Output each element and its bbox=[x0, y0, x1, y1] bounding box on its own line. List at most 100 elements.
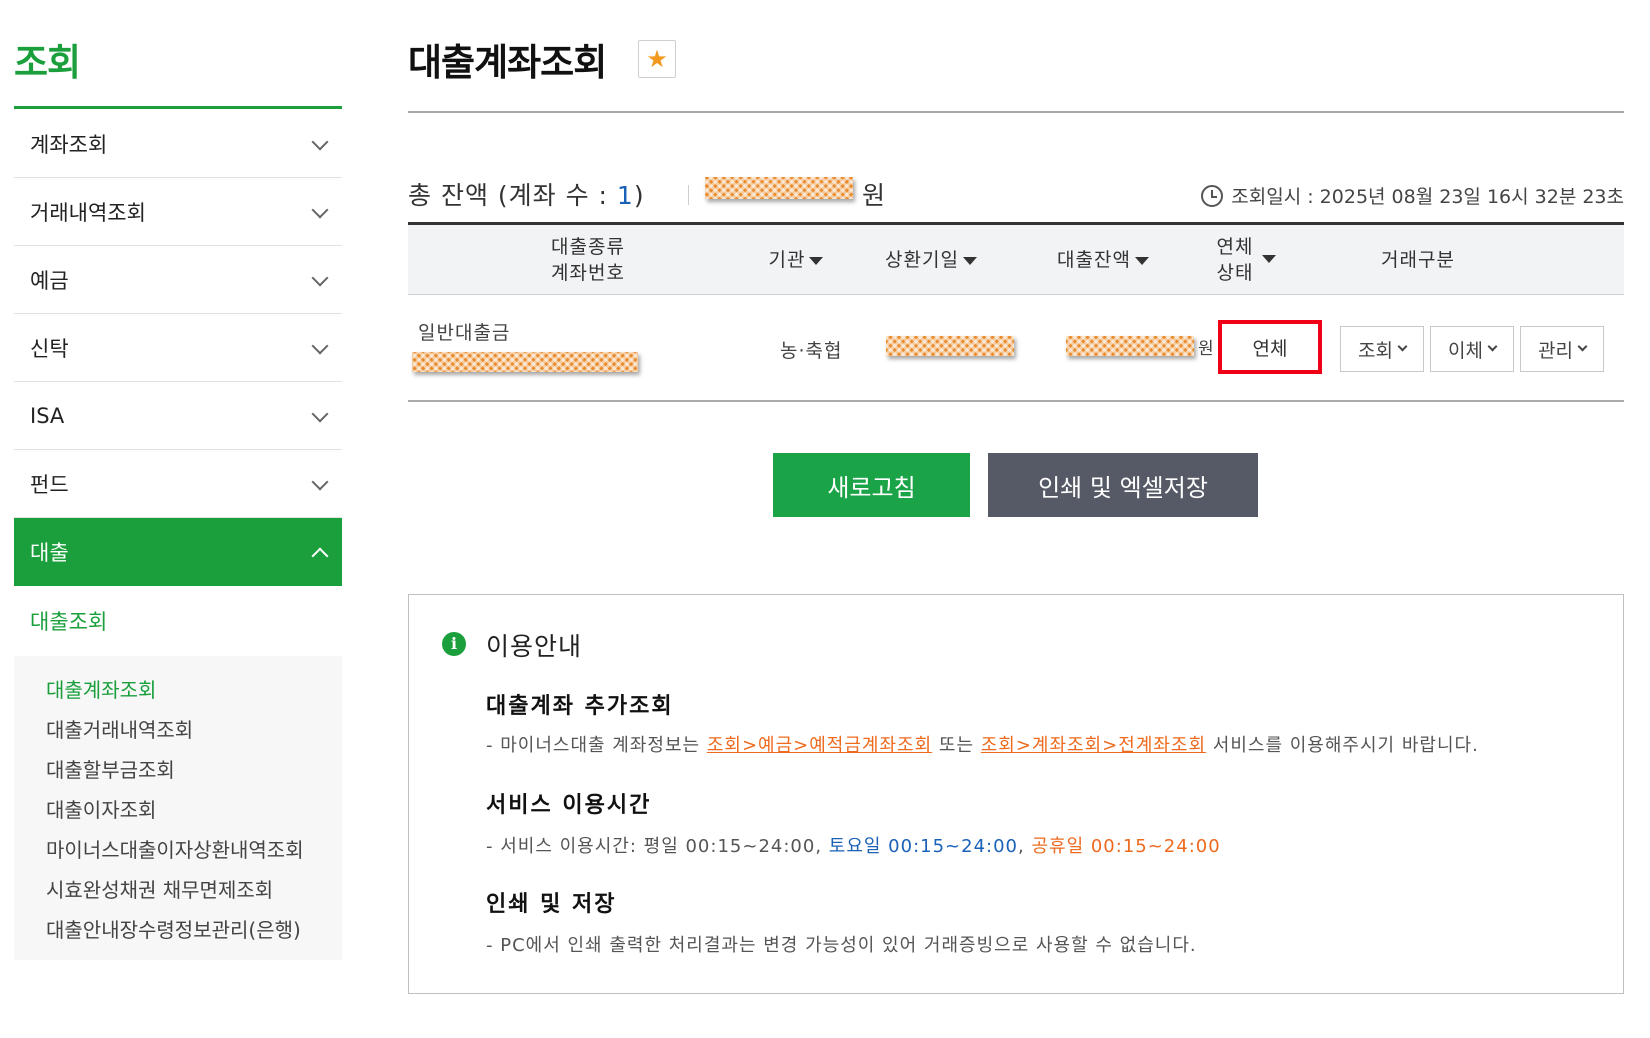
th-loan-type: 대출종류 계좌번호 bbox=[518, 234, 658, 286]
title-divider bbox=[408, 111, 1624, 113]
usage-guide-title: 이용안내 bbox=[486, 632, 583, 661]
link-deposit-account-inquiry[interactable]: 조회>예금>예적금계좌조회 bbox=[707, 735, 932, 756]
info-icon: i bbox=[442, 632, 466, 656]
link-all-account-inquiry[interactable]: 조회>계좌조회>전계좌조회 bbox=[981, 735, 1206, 756]
overdue-status: 연체 bbox=[1252, 337, 1288, 360]
transfer-dropdown-label: 이체 bbox=[1448, 339, 1483, 362]
sidebar-item-label: 거래내역조회 bbox=[30, 200, 146, 225]
sidebar-item-label: ISA bbox=[30, 403, 65, 428]
text-weekday-hours: - 서비스 이용시간: 평일 00:15~24:00, bbox=[486, 836, 829, 857]
chevron-down-icon bbox=[1487, 341, 1498, 352]
sort-down-icon bbox=[809, 256, 824, 265]
total-balance-unit: 원 bbox=[862, 181, 886, 210]
th-account-number-label: 계좌번호 bbox=[551, 262, 625, 284]
total-balance-summary: 총 잔액 (계좌 수 : 1) bbox=[408, 176, 645, 212]
sidebar-sub-item-minus-loan-repayment[interactable]: 마이너스대출이자상환내역조회 bbox=[46, 830, 346, 870]
inquiry-dropdown-label: 조회 bbox=[1358, 339, 1393, 362]
sidebar-sub-list: 대출계좌조회 대출거래내역조회 대출할부금조회 대출이자조회 마이너스대출이자상… bbox=[14, 656, 342, 960]
th-balance-label: 대출잔액 bbox=[1057, 249, 1131, 271]
th-balance-sort[interactable]: 대출잔액 bbox=[1048, 247, 1158, 273]
section-additional-inquiry-text: - 마이너스대출 계좌정보는 조회>예금>예적금계좌조회 또는 조회>계좌조회>… bbox=[486, 731, 1479, 757]
clock-icon bbox=[1201, 184, 1224, 207]
inquiry-dropdown[interactable]: 조회 bbox=[1340, 326, 1424, 372]
text-prefix: - 마이너스대출 계좌정보는 bbox=[486, 735, 707, 756]
sidebar-subhead-loan-inquiry[interactable]: 대출조회 bbox=[14, 586, 342, 656]
manage-dropdown-label: 관리 bbox=[1538, 339, 1573, 362]
sidebar-item-isa[interactable]: ISA bbox=[14, 382, 342, 450]
loan-type-cell: 일반대출금 bbox=[418, 322, 511, 344]
sidebar-title-divider bbox=[14, 106, 342, 109]
chevron-down-icon bbox=[311, 473, 329, 490]
text-suffix: 서비스를 이용해주시기 바랍니다. bbox=[1206, 735, 1479, 756]
query-time: 조회일시 : 2025년 08월 23일 16시 32분 23초 bbox=[1201, 182, 1624, 209]
transfer-dropdown[interactable]: 이체 bbox=[1430, 326, 1514, 372]
section-additional-inquiry-title: 대출계좌 추가조회 bbox=[486, 694, 674, 719]
refresh-button[interactable]: 새로고침 bbox=[773, 453, 970, 517]
sort-down-icon bbox=[962, 256, 977, 265]
chevron-down-icon bbox=[311, 133, 329, 150]
sidebar-sub-item-debt-exemption[interactable]: 시효완성채권 채무면제조회 bbox=[46, 870, 346, 910]
balance-unit: 원 bbox=[1198, 339, 1215, 359]
th-institution-label: 기관 bbox=[768, 249, 806, 271]
institution-cell: 농·축협 bbox=[780, 340, 843, 362]
sidebar-item-deposit[interactable]: 예금 bbox=[14, 246, 342, 314]
sidebar-item-fund[interactable]: 펀드 bbox=[14, 450, 342, 518]
star-icon: ★ bbox=[646, 45, 668, 73]
redacted-repay-date bbox=[886, 336, 1014, 356]
th-trade-type: 거래구분 bbox=[1381, 249, 1455, 271]
redacted-total-balance bbox=[705, 177, 853, 199]
sidebar-sub-item-notice-receipt[interactable]: 대출안내장수령정보관리(은행) bbox=[46, 910, 346, 950]
section-print-save-title: 인쇄 및 저장 bbox=[486, 892, 617, 917]
th-repay-date-sort[interactable]: 상환기일 bbox=[876, 247, 986, 273]
usage-guide-box: i 이용안내 대출계좌 추가조회 - 마이너스대출 계좌정보는 조회>예금>예적… bbox=[408, 594, 1624, 994]
sidebar-item-trust[interactable]: 신탁 bbox=[14, 314, 342, 382]
print-excel-button[interactable]: 인쇄 및 엑셀저장 bbox=[988, 453, 1258, 517]
sidebar-menu: 계좌조회 거래내역조회 예금 신탁 ISA 펀드 대출 대출조회 대출계좌조회 … bbox=[14, 110, 342, 960]
sidebar-sub-item-loan-transactions[interactable]: 대출거래내역조회 bbox=[46, 710, 346, 750]
sort-down-icon[interactable] bbox=[1262, 255, 1276, 263]
sidebar-item-label: 예금 bbox=[30, 268, 69, 293]
chevron-down-icon bbox=[311, 337, 329, 354]
sidebar-sub-item-interest[interactable]: 대출이자조회 bbox=[46, 790, 346, 830]
query-time-text: 조회일시 : 2025년 08월 23일 16시 32분 23초 bbox=[1231, 186, 1624, 208]
th-status-sort[interactable]: 연체 상태 bbox=[1200, 234, 1270, 286]
sidebar-item-transaction-history[interactable]: 거래내역조회 bbox=[14, 178, 342, 246]
sidebar-item-account-inquiry[interactable]: 계좌조회 bbox=[14, 110, 342, 178]
chevron-down-icon bbox=[311, 269, 329, 286]
manage-dropdown[interactable]: 관리 bbox=[1520, 326, 1604, 372]
chevron-down-icon bbox=[1397, 341, 1408, 352]
sort-down-icon bbox=[1134, 256, 1149, 265]
total-balance-label: 총 잔액 (계좌 수 : bbox=[408, 181, 617, 210]
sidebar-sub-item-installment[interactable]: 대출할부금조회 bbox=[46, 750, 346, 790]
sidebar-item-label: 대출 bbox=[30, 541, 69, 565]
page-title: 대출계좌조회 bbox=[408, 41, 607, 84]
overdue-status-highlight: 연체 bbox=[1218, 320, 1322, 374]
close-paren: ) bbox=[633, 181, 645, 210]
th-status-label-2: 상태 bbox=[1216, 262, 1254, 284]
text-comma: , bbox=[1018, 836, 1032, 857]
chevron-up-icon bbox=[311, 547, 329, 565]
favorite-button[interactable]: ★ bbox=[638, 40, 676, 78]
chevron-down-icon bbox=[311, 405, 329, 422]
text-mid: 또는 bbox=[932, 735, 981, 756]
sidebar-item-loan[interactable]: 대출 bbox=[14, 518, 342, 586]
th-loan-type-label: 대출종류 bbox=[551, 236, 625, 258]
sidebar-item-label: 신탁 bbox=[30, 336, 69, 361]
chevron-down-icon bbox=[1577, 341, 1588, 352]
text-saturday-hours: 토요일 00:15~24:00 bbox=[828, 836, 1018, 857]
sidebar-item-label: 펀드 bbox=[30, 472, 69, 497]
th-institution-sort[interactable]: 기관 bbox=[756, 247, 836, 273]
redacted-account-number bbox=[412, 352, 638, 372]
sidebar-sub-item-loan-account[interactable]: 대출계좌조회 bbox=[46, 670, 346, 710]
th-status-label-1: 연체 bbox=[1216, 236, 1254, 258]
section-print-save-text: - PC에서 인쇄 출력한 처리결과는 변경 가능성이 있어 거래증빙으로 사용… bbox=[486, 935, 1197, 956]
chevron-down-icon bbox=[311, 201, 329, 218]
section-service-hours-title: 서비스 이용시간 bbox=[486, 793, 652, 818]
section-service-hours-text: - 서비스 이용시간: 평일 00:15~24:00, 토요일 00:15~24… bbox=[486, 832, 1221, 858]
sidebar-title: 조회 bbox=[14, 41, 81, 84]
sidebar-item-label: 계좌조회 bbox=[30, 132, 108, 157]
text-holiday-hours: 공휴일 00:15~24:00 bbox=[1031, 836, 1221, 857]
th-repay-date-label: 상환기일 bbox=[885, 249, 959, 271]
redacted-loan-balance bbox=[1066, 336, 1194, 356]
account-count: 1 bbox=[616, 181, 634, 210]
